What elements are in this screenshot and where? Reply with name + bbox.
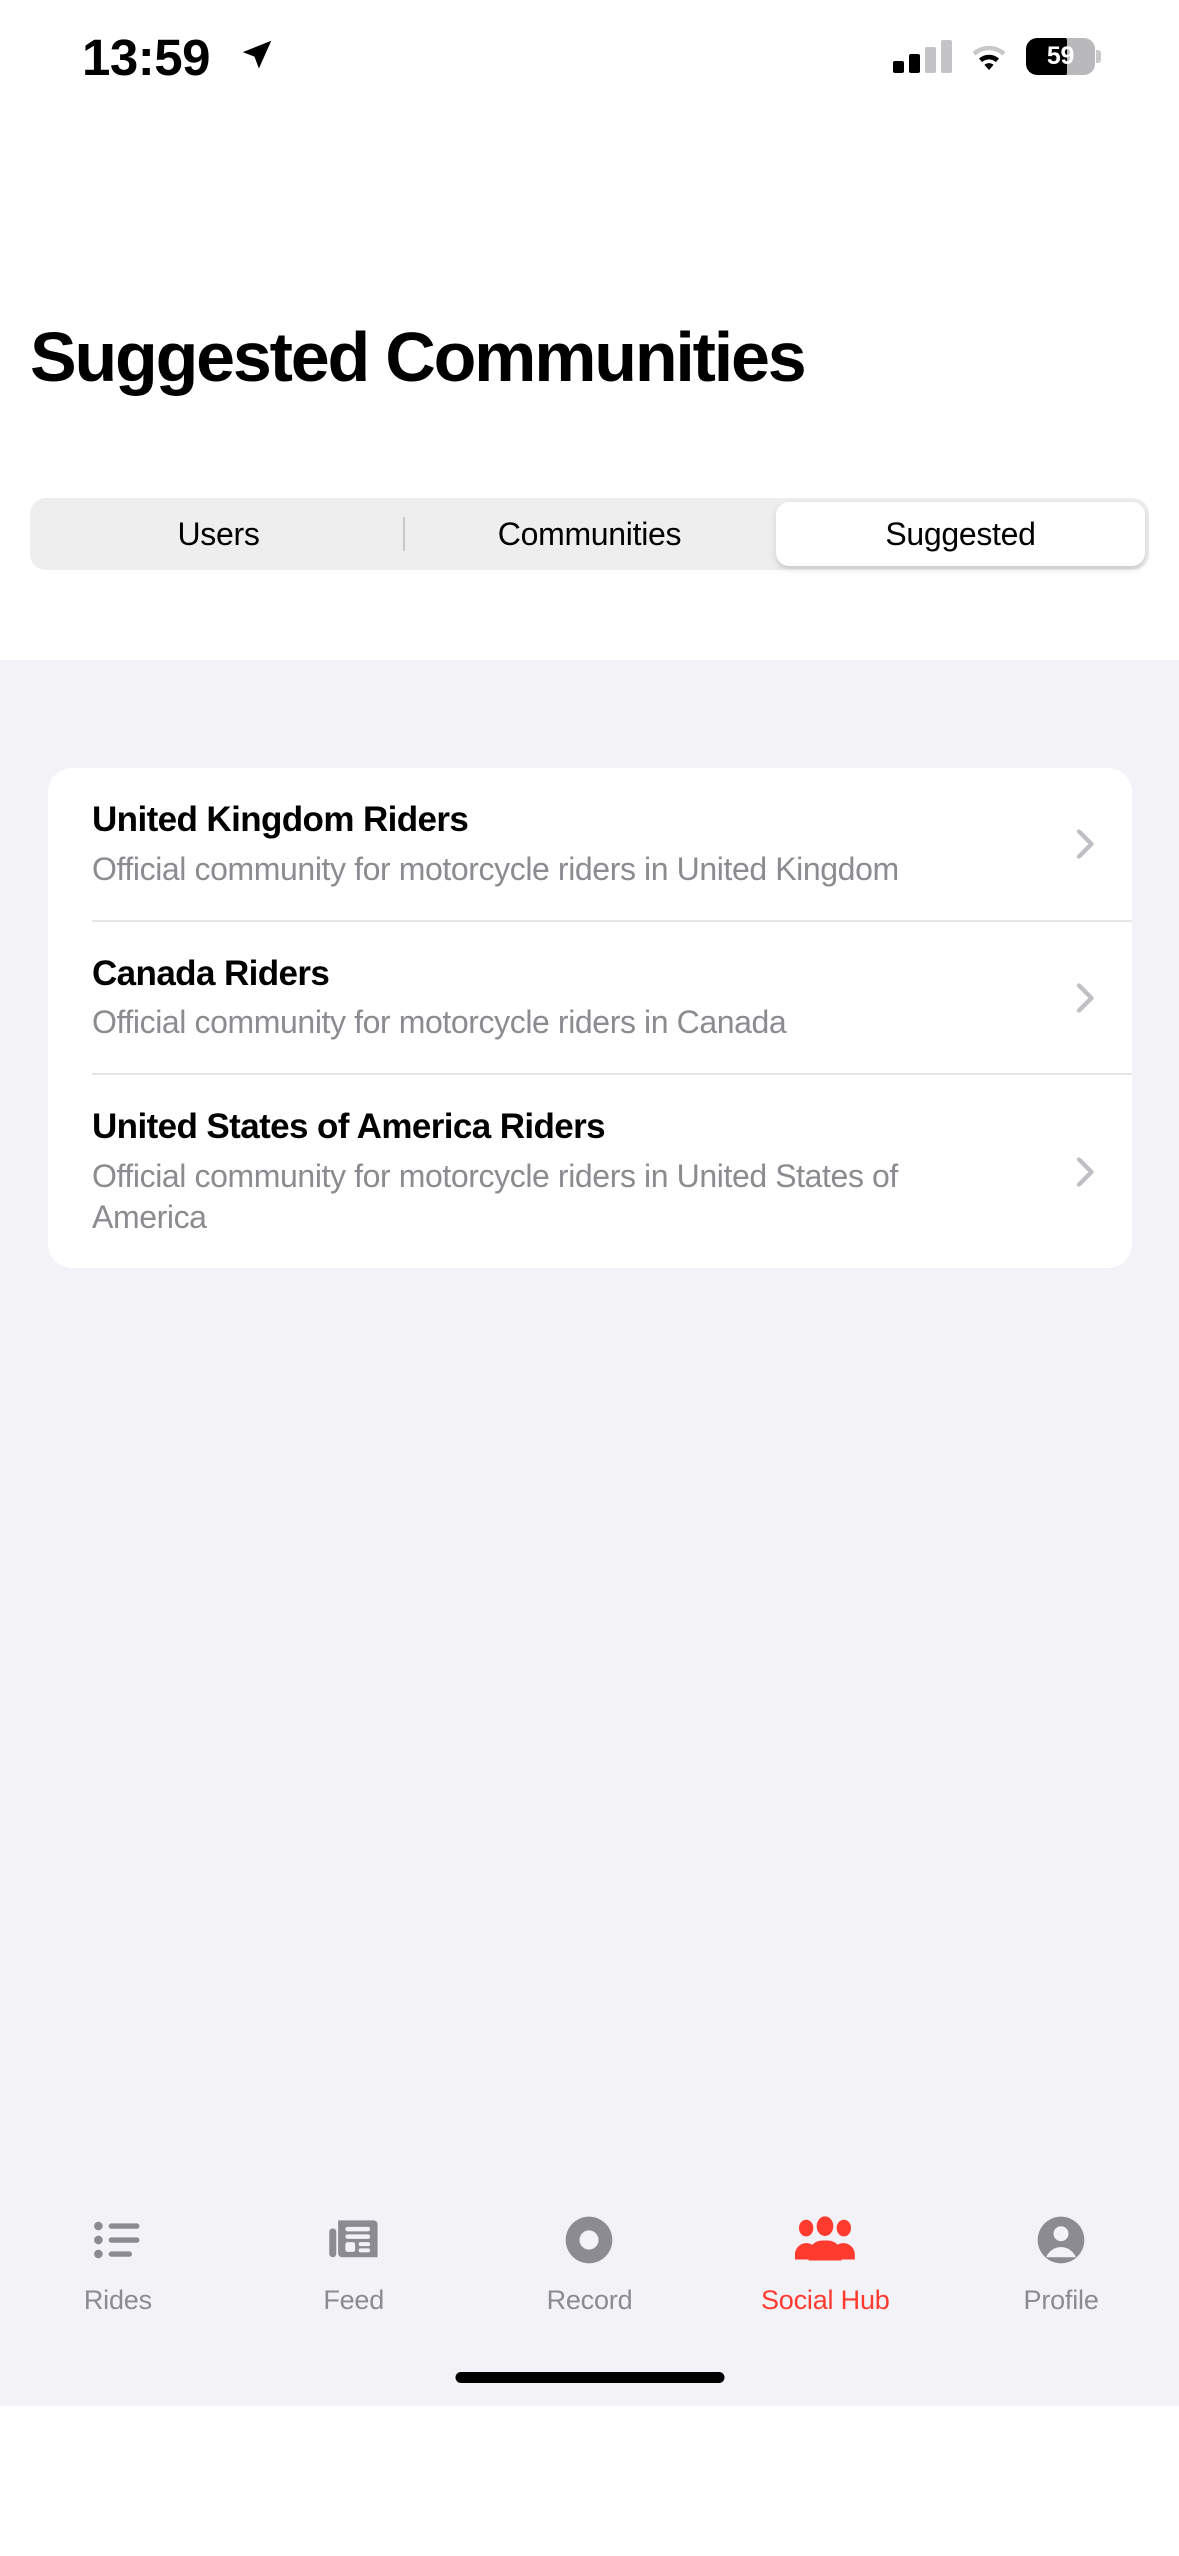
page-title: Suggested Communities	[30, 318, 807, 396]
app-screen: 13:59 59 Suggested Communities Users Com…	[0, 0, 1179, 2556]
tab-rides-label: Rides	[83, 2285, 152, 2315]
list-item[interactable]: Canada Riders Official community for mot…	[48, 922, 1132, 1074]
wifi-icon	[972, 45, 1006, 70]
person-circle-icon	[1030, 2209, 1092, 2271]
community-name: United Kingdom Riders	[92, 800, 469, 839]
tab-social-hub[interactable]: Social Hub	[707, 2209, 943, 2316]
tab-record-label: Record	[546, 2285, 633, 2315]
tab-record[interactable]: Record	[472, 2209, 708, 2316]
chevron-right-icon	[1076, 829, 1094, 859]
newspaper-icon	[323, 2209, 385, 2271]
tab-feed-label: Feed	[323, 2285, 385, 2315]
list-item-text: United States of America Riders Official…	[92, 1075, 1046, 1268]
tab-feed[interactable]: Feed	[236, 2209, 472, 2316]
list-bullet-icon	[87, 2209, 149, 2271]
cellular-signal-icon	[893, 39, 952, 73]
chevron-right-icon	[1076, 982, 1094, 1013]
status-indicators: 59	[893, 36, 1101, 76]
header-section: 13:59 59 Suggested Communities Users Com…	[0, 0, 1179, 660]
segment-users[interactable]: Users	[34, 502, 403, 566]
list-item[interactable]: United Kingdom Riders Official community…	[48, 768, 1132, 920]
people-group-icon	[794, 2209, 856, 2271]
status-bar: 13:59 59	[0, 0, 1179, 130]
tab-profile-label: Profile	[1023, 2285, 1099, 2315]
community-description: Official community for motorcycle riders…	[92, 850, 899, 887]
suggested-communities-card: United Kingdom Riders Official community…	[48, 768, 1132, 1269]
community-description: Official community for motorcycle riders…	[92, 1158, 898, 1236]
community-name: Canada Riders	[92, 953, 330, 993]
chevron-right-icon	[1076, 1157, 1094, 1187]
segmented-control[interactable]: Users Communities Suggested	[30, 498, 1149, 570]
home-indicator	[455, 2372, 724, 2383]
battery-icon: 59	[1026, 37, 1101, 75]
list-item[interactable]: United States of America Riders Official…	[48, 1075, 1132, 1268]
community-name: United States of America Riders	[92, 1107, 606, 1147]
content-area: United Kingdom Riders Official community…	[0, 660, 1179, 2406]
location-arrow-icon	[242, 40, 272, 69]
community-description: Official community for motorcycle riders…	[92, 1004, 787, 1041]
record-circle-icon	[558, 2209, 620, 2271]
status-time: 13:59	[82, 29, 210, 86]
battery-percent-label: 59	[1046, 41, 1075, 70]
segment-suggested-label: Suggested	[885, 515, 1036, 552]
tab-rides[interactable]: Rides	[0, 2209, 236, 2316]
segment-communities-label: Communities	[497, 515, 682, 552]
tab-profile[interactable]: Profile	[943, 2209, 1179, 2316]
list-item-text: United Kingdom Riders Official community…	[92, 768, 1046, 920]
tab-social-hub-label: Social Hub	[761, 2285, 890, 2315]
segment-users-label: Users	[177, 515, 260, 552]
segment-communities[interactable]: Communities	[405, 502, 774, 566]
list-item-text: Canada Riders Official community for mot…	[92, 922, 1046, 1074]
segment-suggested[interactable]: Suggested	[776, 502, 1145, 566]
